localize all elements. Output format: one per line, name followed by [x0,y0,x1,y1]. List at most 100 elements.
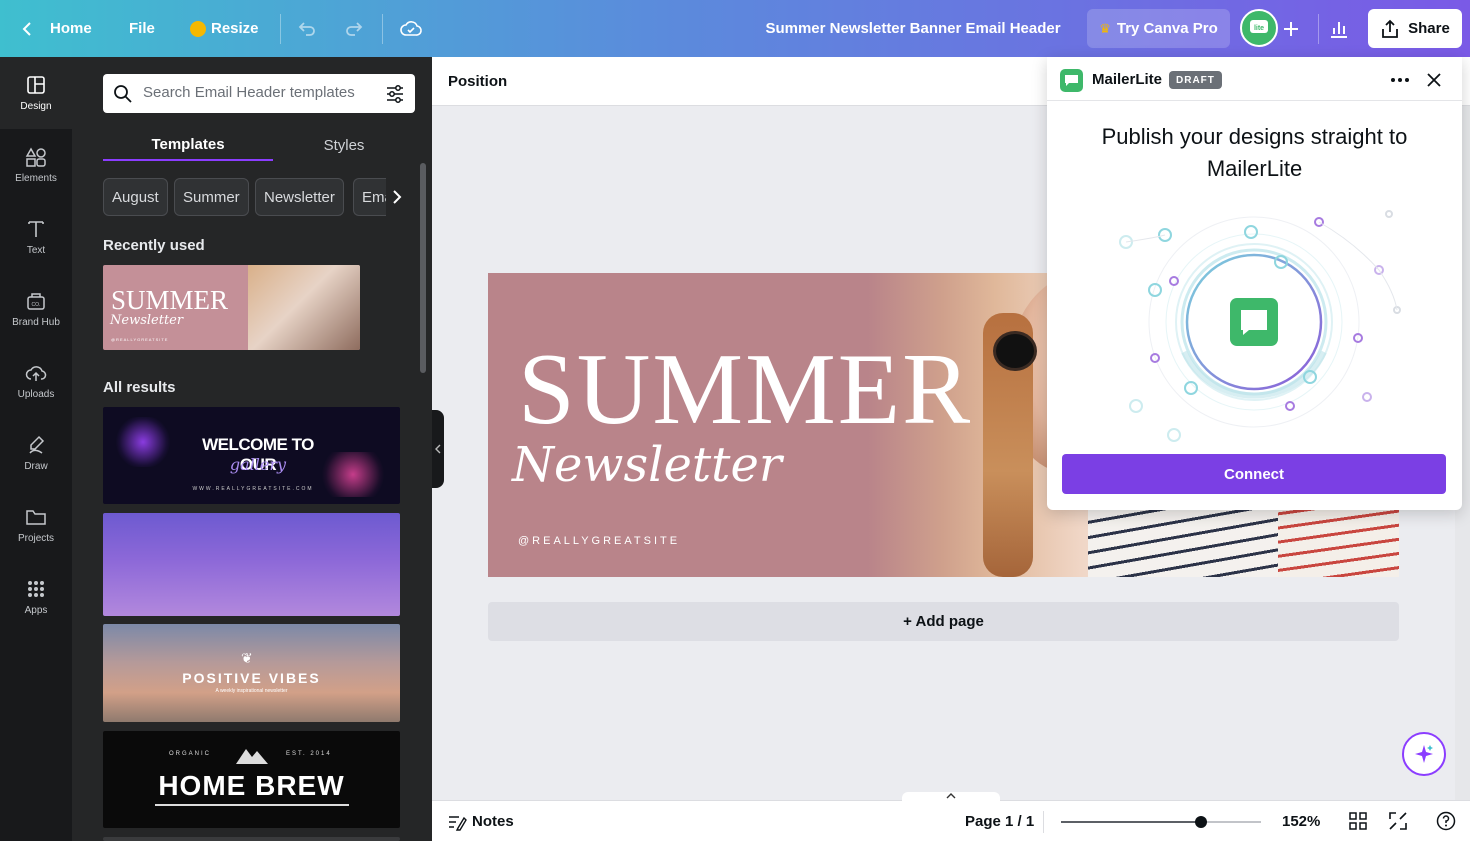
notes-icon[interactable] [447,813,467,831]
thumb-title: POSITIVE VIBES [182,670,321,686]
filter-sliders-icon[interactable] [385,84,405,104]
search-box[interactable] [103,74,415,113]
mailerlite-avatar[interactable]: lite [1240,9,1278,47]
rail-item-apps[interactable]: Apps [0,561,72,633]
chevron-left-icon [435,444,441,454]
thumb-subtitle: A weekly inspirational newsletter [215,688,288,694]
rail-label: Design [20,101,52,112]
divider [382,14,383,44]
template-thumbnail[interactable]: ORGANIC EST. 2014 HOME BREW [103,731,400,828]
template-thumbnail[interactable]: SUMMER Newsletter @REALLYGREATSITE [103,265,360,350]
folder-icon [26,510,46,525]
canvas-handle[interactable]: @REALLYGREATSITE [518,535,680,547]
undo-icon[interactable] [292,14,322,44]
magic-sparkle-button[interactable] [1402,732,1446,776]
collapse-panel-handle[interactable] [432,410,444,488]
uploads-icon [25,366,47,381]
chips-scroll-right-icon[interactable] [386,178,408,216]
recently-used-heading: Recently used [103,237,205,254]
grid-view-icon[interactable] [1349,812,1367,830]
draw-icon [29,435,45,454]
thumb-right-text: EST. 2014 [286,751,332,757]
help-icon[interactable] [1436,811,1456,831]
add-page-button[interactable]: + Add page [488,602,1399,641]
more-options-icon[interactable] [1390,77,1410,83]
panel-scrollbar[interactable] [420,163,426,373]
mountain-icon [236,749,268,764]
chevron-up-icon [946,793,956,799]
sparkle-icon [1415,745,1433,763]
thumb-script: gallery [229,455,287,474]
divider [280,14,281,44]
insights-chart-icon[interactable] [1324,14,1354,44]
bottom-bar: Notes Page 1 / 1 152% [432,792,1470,841]
rail-item-text[interactable]: Text [0,201,72,273]
sunglasses-lens [993,331,1037,371]
share-upload-icon [1382,19,1399,38]
rail-label: Uploads [17,389,55,400]
filter-chip[interactable]: Summer [174,178,249,216]
filter-chip[interactable]: Newsletter [255,178,344,216]
zoom-slider[interactable] [1061,816,1261,828]
close-icon[interactable] [1426,72,1442,88]
templates-panel: Templates Styles August Summer Newslette… [72,57,432,841]
search-icon [114,85,132,103]
pages-toggle[interactable] [902,792,1000,801]
rail-item-design[interactable]: Design [0,57,72,129]
zoom-slider-fill [1061,821,1201,823]
rail-label: Apps [24,605,48,616]
template-thumbnail[interactable]: WELCOME TO OUR gallery WWW.REALLYGREATSI… [103,407,400,504]
notes-button[interactable]: Notes [472,813,514,830]
cloud-saved-icon[interactable] [396,14,426,44]
rail-label: Brand Hub [12,317,60,328]
brand-hub-icon: CO. [27,293,45,310]
position-button[interactable]: Position [448,73,507,90]
resize-button[interactable]: Resize [190,0,259,57]
text-icon [28,221,44,237]
zoom-slider-thumb[interactable] [1195,816,1207,828]
tab-styles[interactable]: Styles [273,129,415,161]
add-icon[interactable] [1276,14,1306,44]
filter-chip[interactable]: August [103,178,168,216]
template-thumbnail[interactable] [103,513,400,616]
home-label: Home [50,20,92,37]
try-pro-button[interactable]: ♛ Try Canva Pro [1087,9,1230,48]
fullscreen-icon[interactable] [1389,812,1407,830]
zoom-level[interactable]: 152% [1282,813,1320,830]
template-thumbnail[interactable] [103,837,400,841]
rail-item-draw[interactable]: Draw [0,417,72,489]
file-label: File [129,20,155,37]
document-title[interactable]: Summer Newsletter Banner Email Header [700,0,1126,57]
resize-label: Resize [211,20,259,37]
page-indicator[interactable]: Page 1 / 1 [965,813,1034,830]
popup-header: MailerLite DRAFT [1047,57,1462,101]
canvas-title[interactable]: SUMMER [518,339,972,441]
design-icon [27,76,45,94]
elements-icon [25,147,46,167]
divider [1318,14,1319,44]
share-button[interactable]: Share [1368,9,1462,48]
rail-item-brand-hub[interactable]: CO. Brand Hub [0,273,72,345]
mailerlite-logo-icon [1060,69,1083,92]
connect-button[interactable]: Connect [1062,454,1446,494]
svg-text:lite: lite [1254,25,1264,32]
file-menu[interactable]: File [129,0,155,57]
rail-item-projects[interactable]: Projects [0,489,72,561]
canvas-script[interactable]: Newsletter [512,441,782,489]
home-button[interactable]: Home [20,0,92,57]
flower-icon: ❦ [241,650,253,666]
rail-item-elements[interactable]: Elements [0,129,72,201]
thumb-title: SUMMER [111,285,229,315]
rail-label: Elements [15,173,57,184]
template-thumbnail[interactable]: ❦ POSITIVE VIBES A weekly inspirational … [103,624,400,722]
tab-templates[interactable]: Templates [103,129,273,161]
rail-item-uploads[interactable]: Uploads [0,345,72,417]
thumb-script: Newsletter [110,313,184,328]
top-bar: Home File Resize Summer Newsletter Banne… [0,0,1470,57]
redo-icon[interactable] [339,14,369,44]
thumb-title: HOME BREW [158,770,345,801]
crown-icon: ♛ [1099,20,1111,36]
crown-icon [190,20,206,37]
rail-label: Draw [24,461,48,472]
search-input[interactable] [143,84,373,101]
